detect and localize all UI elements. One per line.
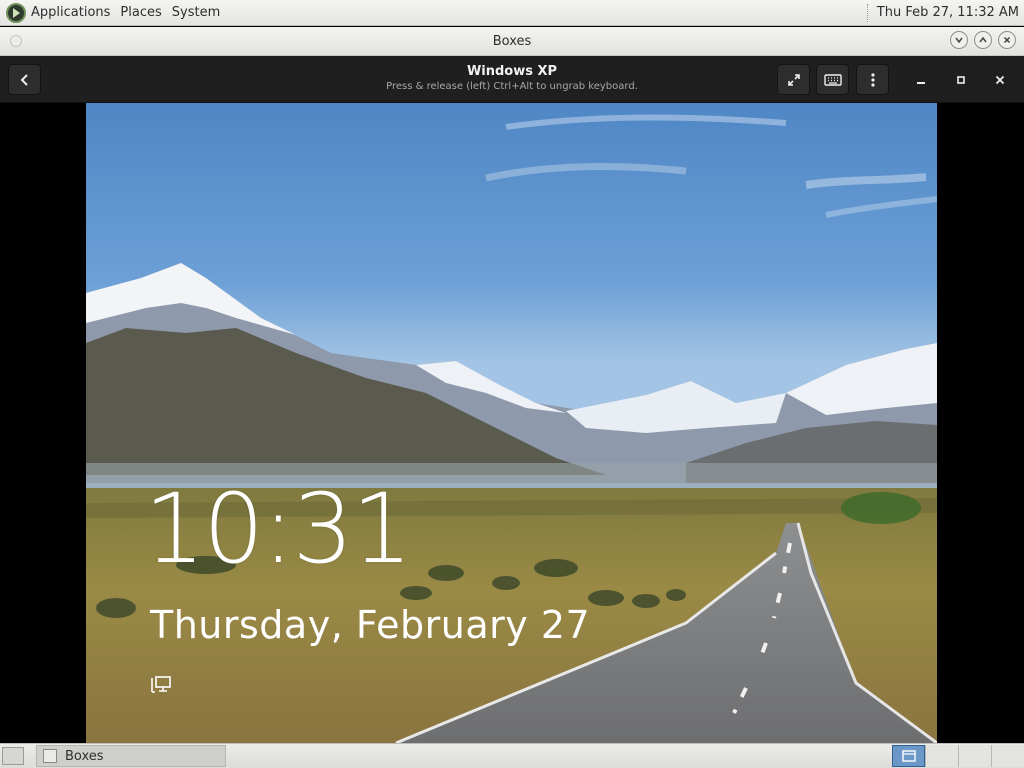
keyboard-button[interactable]: [816, 64, 849, 95]
vm-display-area[interactable]: 10:31 Thursday, February 27: [0, 103, 1024, 743]
close-icon: [1003, 36, 1011, 44]
minimize-button[interactable]: [950, 31, 968, 49]
menu-button[interactable]: [856, 64, 889, 95]
maximize-icon: [957, 76, 965, 84]
panel-separator: [866, 3, 869, 22]
taskbar-item-boxes[interactable]: Boxes: [36, 745, 226, 767]
boxes-app-icon: [43, 749, 57, 763]
chevron-up-icon: [979, 36, 987, 43]
workspace-3[interactable]: [958, 745, 991, 767]
maximize-button[interactable]: [974, 31, 992, 49]
workspace-4[interactable]: [991, 745, 1024, 767]
window-title: Boxes: [492, 33, 532, 49]
boxes-headerbar: Windows XP Press & release (left) Ctrl+A…: [0, 56, 1024, 103]
bottom-panel: Boxes: [0, 743, 1024, 768]
vm-maximize-button[interactable]: [951, 70, 971, 90]
chevron-left-icon: [20, 73, 28, 86]
vm-minimize-button[interactable]: [911, 70, 931, 90]
window-titlebar[interactable]: Boxes: [0, 27, 1024, 56]
fullscreen-icon: [787, 73, 800, 86]
mate-logo-icon[interactable]: [6, 2, 26, 23]
vm-title: Windows XP: [466, 64, 558, 79]
applications-menu[interactable]: Applications: [31, 5, 116, 20]
window-thumbnail-icon: [901, 750, 916, 762]
workspace-1[interactable]: [892, 745, 925, 767]
lock-screen-date: Thursday, February 27: [150, 603, 591, 647]
workspace-2[interactable]: [925, 745, 958, 767]
taskbar-item-label: Boxes: [65, 748, 104, 764]
vm-close-button[interactable]: [990, 70, 1010, 90]
workspace-switcher[interactable]: [892, 745, 1024, 767]
system-menu[interactable]: System: [172, 5, 226, 20]
lock-screen-wallpaper: [86, 103, 937, 743]
keyboard-icon: [823, 73, 842, 86]
show-desktop-icon[interactable]: [2, 747, 24, 765]
places-menu[interactable]: Places: [120, 5, 167, 20]
back-button[interactable]: [8, 64, 41, 95]
lock-screen-time: 10:31: [144, 473, 413, 585]
top-panel: Applications Places System Thu Feb 27, 1…: [0, 0, 1024, 26]
close-icon: [995, 75, 1005, 85]
close-button[interactable]: [998, 31, 1016, 49]
guest-lock-screen[interactable]: 10:31 Thursday, February 27: [86, 103, 937, 743]
window-menu-icon[interactable]: [10, 35, 22, 47]
panel-clock[interactable]: Thu Feb 27, 11:32 AM: [877, 5, 1019, 20]
network-icon[interactable]: [151, 675, 173, 695]
chevron-down-icon: [955, 37, 963, 44]
keyboard-grab-hint: Press & release (left) Ctrl+Alt to ungra…: [386, 81, 638, 92]
fullscreen-button[interactable]: [777, 64, 810, 95]
more-vertical-icon: [870, 72, 875, 87]
minimize-icon: [917, 82, 925, 84]
